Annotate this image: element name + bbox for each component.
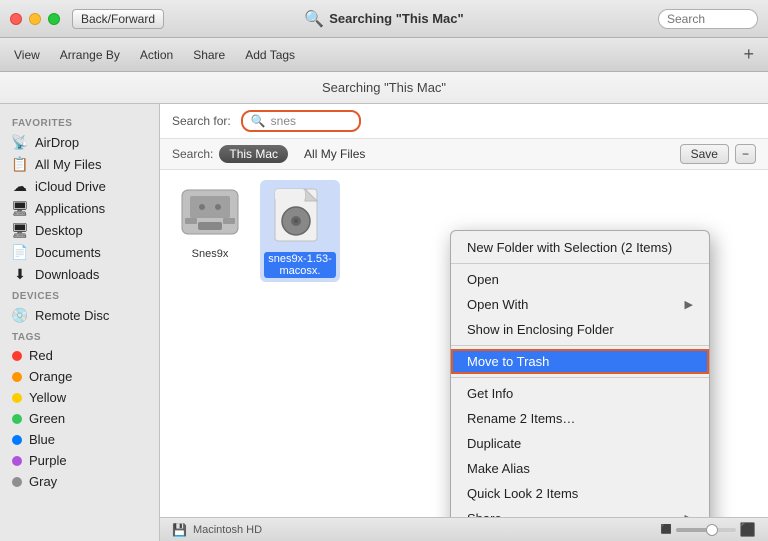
sidebar-item-tag-gray[interactable]: Gray [0,471,159,492]
search-for-label: Search for: [172,114,231,128]
title-bar: Back/Forward 🔍 Searching "This Mac" [0,0,768,38]
downloads-icon: ⬇ [12,266,28,282]
tag-dot-gray [12,477,22,487]
main-panel: Search for: 🔍 snes Search: This Mac All … [160,104,768,541]
ctx-share-arrow: ▶ [685,512,693,517]
sidebar-item-desktop[interactable]: 🖥 Desktop [0,219,159,241]
traffic-lights [10,13,60,25]
devices-label: Devices [0,285,159,304]
ctx-separator-1 [451,263,709,264]
snes9x-dmg-label: snes9x-1.53-macosx. [264,252,336,278]
file-item-snes9x-dmg[interactable]: snes9x-1.53-macosx. [260,180,340,282]
sidebar-item-icloud-drive[interactable]: ☁ iCloud Drive [0,175,159,197]
search-bar-label: Searching "This Mac" [0,72,768,104]
sidebar-item-tag-orange[interactable]: Orange [0,366,159,387]
ctx-duplicate[interactable]: Duplicate [451,431,709,456]
snes9x-file-icon [178,180,242,244]
sidebar: Favorites 📡 AirDrop 📋 All My Files ☁ iCl… [0,104,160,541]
desktop-icon: 🖥 [12,222,28,238]
tag-dot-green [12,414,22,424]
tags-label: Tags [0,326,159,345]
search-for-row: Search for: 🔍 snes [160,104,768,139]
search-icon: 🔍 [251,114,266,128]
file-item-snes9x[interactable]: Snes9x [170,180,250,260]
arrange-by-button[interactable]: Arrange By [56,46,124,64]
sidebar-item-tag-green[interactable]: Green [0,408,159,429]
tag-dot-purple [12,456,22,466]
window-title: 🔍 Searching "This Mac" [304,9,463,29]
tag-dot-orange [12,372,22,382]
context-menu: New Folder with Selection (2 Items) Open… [450,230,710,517]
scope-bar: Search: This Mac All My Files Save − [160,139,768,170]
sidebar-item-tag-yellow[interactable]: Yellow [0,387,159,408]
ctx-get-info[interactable]: Get Info [451,381,709,406]
file-area: Snes9x sn [160,170,768,517]
ctx-open[interactable]: Open [451,267,709,292]
ctx-open-with-arrow: ▶ [685,298,693,311]
sidebar-item-documents[interactable]: 📄 Documents [0,241,159,263]
action-button[interactable]: Action [136,46,177,64]
size-large-icon: ⬛ [740,522,756,538]
tag-dot-yellow [12,393,22,403]
ctx-open-with[interactable]: Open With ▶ [451,292,709,317]
share-button[interactable]: Share [189,46,229,64]
all-my-files-icon: 📋 [12,156,28,172]
favorites-label: Favorites [0,112,159,131]
content-area: Favorites 📡 AirDrop 📋 All My Files ☁ iCl… [0,104,768,541]
minimize-button[interactable] [29,13,41,25]
snes9x-dmg-file-icon [268,184,332,248]
sidebar-item-tag-blue[interactable]: Blue [0,429,159,450]
ctx-move-to-trash[interactable]: Move to Trash [451,349,709,374]
search-input-box[interactable]: 🔍 snes [241,110,361,132]
tag-dot-red [12,351,22,361]
slider-thumb[interactable] [706,524,718,536]
sidebar-item-tag-purple[interactable]: Purple [0,450,159,471]
ctx-share[interactable]: Share ▶ [451,506,709,517]
remote-disc-icon: 💿 [12,307,28,323]
slider-track[interactable] [676,528,736,532]
icloud-icon: ☁ [12,178,28,194]
sidebar-item-airdrop[interactable]: 📡 AirDrop [0,131,159,153]
sidebar-item-downloads[interactable]: ⬇ Downloads [0,263,159,285]
search-value: snes [271,114,296,128]
sidebar-item-tag-red[interactable]: Red [0,345,159,366]
documents-icon: 📄 [12,244,28,260]
add-button[interactable]: + [743,44,754,65]
hd-icon: 💾 [172,523,187,537]
sidebar-item-remote-disc[interactable]: 💿 Remote Disc [0,304,159,326]
size-small-icon: ⬛ [661,524,672,535]
finder-icon: 🔍 [304,9,324,29]
toolbar: View Arrange By Action Share Add Tags + [0,38,768,72]
ctx-rename[interactable]: Rename 2 Items… [451,406,709,431]
sidebar-item-all-my-files[interactable]: 📋 All My Files [0,153,159,175]
scope-label: Search: [172,147,213,161]
ctx-show-in-folder[interactable]: Show in Enclosing Folder [451,317,709,342]
maximize-button[interactable] [48,13,60,25]
status-bar: 💾 Macintosh HD ⬛ ⬛ [160,517,768,541]
scope-this-mac-button[interactable]: This Mac [219,145,288,163]
ctx-separator-2 [451,345,709,346]
sidebar-item-applications[interactable]: 🖥 Applications [0,197,159,219]
tag-dot-blue [12,435,22,445]
minus-button[interactable]: − [735,144,756,164]
size-slider[interactable]: ⬛ ⬛ [661,522,756,538]
save-button[interactable]: Save [680,144,729,164]
ctx-quick-look[interactable]: Quick Look 2 Items [451,481,709,506]
ctx-make-alias[interactable]: Make Alias [451,456,709,481]
add-tags-button[interactable]: Add Tags [241,46,299,64]
ctx-new-folder[interactable]: New Folder with Selection (2 Items) [451,235,709,260]
search-input[interactable] [658,9,758,29]
applications-icon: 🖥 [12,200,28,216]
airdrop-icon: 📡 [12,134,28,150]
hd-label: Macintosh HD [193,524,262,536]
scope-all-my-files-button[interactable]: All My Files [294,145,375,163]
close-button[interactable] [10,13,22,25]
ctx-separator-3 [451,377,709,378]
back-forward-button[interactable]: Back/Forward [72,9,164,29]
snes9x-label: Snes9x [192,248,229,260]
view-button[interactable]: View [10,46,44,64]
